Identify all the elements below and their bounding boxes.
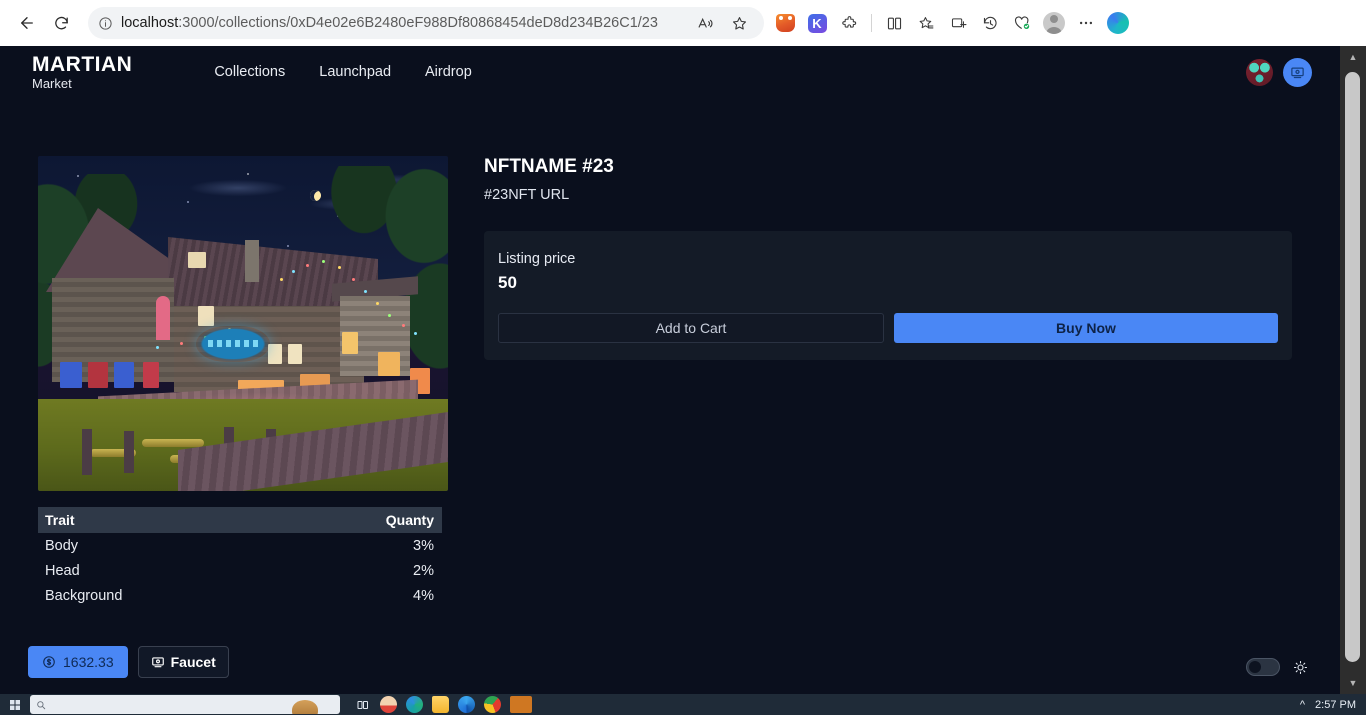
right-column: NFTNAME #23 #23NFT URL Listing price 50 … <box>484 156 1312 608</box>
taskbar-icon-app6[interactable] <box>510 696 532 713</box>
header-actions <box>1246 57 1312 87</box>
piling-1 <box>82 429 92 475</box>
left-column: Trait Quanty Body 3% Head 2% Background … <box>38 156 448 608</box>
clock-text[interactable]: 2:57 PM <box>1315 699 1356 711</box>
listing-card: Listing price 50 Add to Cart Buy Now <box>484 231 1292 360</box>
history-icon[interactable] <box>975 8 1005 38</box>
taskbar-icon-explorer[interactable] <box>432 696 449 713</box>
buy-now-button[interactable]: Buy Now <box>894 313 1278 343</box>
windows-taskbar: ^ 2:57 PM <box>0 694 1366 715</box>
table-row: Head 2% <box>38 558 442 583</box>
column-header-quanty: Quanty <box>385 512 434 528</box>
trait-name: Background <box>45 588 123 604</box>
listing-price-value: 50 <box>498 273 517 292</box>
metamask-extension-icon[interactable] <box>770 8 800 38</box>
windows-start-icon[interactable] <box>4 699 26 711</box>
collections-icon[interactable] <box>943 8 973 38</box>
taskbar-icon-app1[interactable] <box>380 696 397 713</box>
browser-toolbar: localhost:3000/collections/0xD4e02e6B248… <box>0 0 1366 46</box>
star-icon[interactable] <box>724 8 754 38</box>
profile-avatar[interactable] <box>1039 8 1069 38</box>
web-content: MARTIAN Market Collections Launchpad Air… <box>0 46 1340 694</box>
add-to-cart-button[interactable]: Add to Cart <box>498 313 884 343</box>
system-tray: ^ 2:57 PM <box>1300 699 1356 711</box>
read-aloud-icon[interactable] <box>690 8 720 38</box>
site-header: MARTIAN Market Collections Launchpad Air… <box>0 46 1340 98</box>
scrollbar-thumb[interactable] <box>1345 72 1360 662</box>
vertical-scrollbar[interactable]: ▲ ▼ <box>1340 46 1366 694</box>
info-circle-icon[interactable] <box>98 16 113 31</box>
taskbar-icon-edge[interactable] <box>406 696 423 713</box>
task-view-icon[interactable] <box>354 696 371 713</box>
monitor-icon <box>1290 65 1305 80</box>
table-row: Body 3% <box>38 533 442 558</box>
martian-avatar[interactable] <box>1246 58 1273 86</box>
site-logo[interactable]: MARTIAN Market <box>32 54 132 90</box>
taskbar-icon-app4[interactable] <box>458 696 475 713</box>
page-viewport: MARTIAN Market Collections Launchpad Air… <box>0 46 1366 694</box>
balance-button[interactable]: 1632.33 <box>28 646 128 678</box>
scroll-down-arrow[interactable]: ▼ <box>1340 672 1366 694</box>
faucet-button[interactable]: Faucet <box>137 646 229 678</box>
faucet-label: Faucet <box>170 654 216 670</box>
string-lights-decoration <box>156 236 438 356</box>
taskbar-search-box[interactable] <box>30 695 340 714</box>
monitor-icon <box>151 655 165 669</box>
nft-artwork[interactable] <box>38 156 448 491</box>
scroll-up-arrow[interactable]: ▲ <box>1340 46 1366 68</box>
nav-item-launchpad[interactable]: Launchpad <box>319 64 391 80</box>
dollar-circle-icon <box>42 655 56 669</box>
table-row: Background 4% <box>38 583 442 608</box>
back-button[interactable] <box>10 6 44 40</box>
nav-item-collections[interactable]: Collections <box>214 64 285 80</box>
footer-right-widgets <box>1246 658 1308 676</box>
balance-amount: 1632.33 <box>63 654 114 670</box>
search-icon <box>37 700 46 709</box>
column-header-trait: Trait <box>45 512 75 528</box>
footer-left-widgets: 1632.33 Faucet <box>28 646 229 678</box>
trait-name: Head <box>45 563 80 579</box>
wallet-button[interactable] <box>1283 57 1312 87</box>
listing-price-label: Listing price <box>498 251 576 267</box>
neon-sign <box>196 326 270 362</box>
nav-item-airdrop[interactable]: Airdrop <box>425 64 472 80</box>
main-content: Trait Quanty Body 3% Head 2% Background … <box>0 98 1340 608</box>
trait-quanty: 4% <box>413 588 434 604</box>
gator-2 <box>142 439 204 447</box>
copilot-icon[interactable] <box>1103 8 1133 38</box>
piling-2 <box>124 431 134 473</box>
favorites-icon[interactable] <box>911 8 941 38</box>
taskbar-search-image <box>292 700 318 714</box>
extensions-icon[interactable] <box>834 8 864 38</box>
browser-extension-bar: K <box>770 8 1133 38</box>
page-title: NFTNAME #23 <box>484 156 614 177</box>
toolbar-divider <box>871 14 872 32</box>
tray-chevron-icon[interactable]: ^ <box>1300 699 1305 711</box>
address-bar[interactable]: localhost:3000/collections/0xD4e02e6B248… <box>88 7 764 39</box>
browser-essentials-icon[interactable] <box>1007 8 1037 38</box>
split-screen-icon[interactable] <box>879 8 909 38</box>
refresh-button[interactable] <box>44 6 78 40</box>
main-nav: Collections Launchpad Airdrop <box>214 64 471 80</box>
trait-quanty: 2% <box>413 563 434 579</box>
keplr-extension-icon[interactable]: K <box>802 8 832 38</box>
sun-icon[interactable] <box>1293 660 1308 675</box>
theme-toggle[interactable] <box>1246 658 1280 676</box>
url-text: localhost:3000/collections/0xD4e02e6B248… <box>121 15 658 31</box>
trait-quanty: 3% <box>413 538 434 554</box>
traits-table: Trait Quanty Body 3% Head 2% Background … <box>38 507 442 608</box>
trait-name: Body <box>45 538 79 554</box>
traits-table-header: Trait Quanty <box>38 507 442 533</box>
cta-row: Add to Cart Buy Now <box>498 313 1278 343</box>
settings-more-icon[interactable] <box>1071 8 1101 38</box>
nft-subtitle: #23NFT URL <box>484 187 570 203</box>
logo-line-2: Market <box>32 76 72 91</box>
taskbar-app-icons <box>354 696 532 713</box>
logo-line-1: MARTIAN <box>32 53 133 76</box>
taskbar-icon-chrome[interactable] <box>484 696 501 713</box>
